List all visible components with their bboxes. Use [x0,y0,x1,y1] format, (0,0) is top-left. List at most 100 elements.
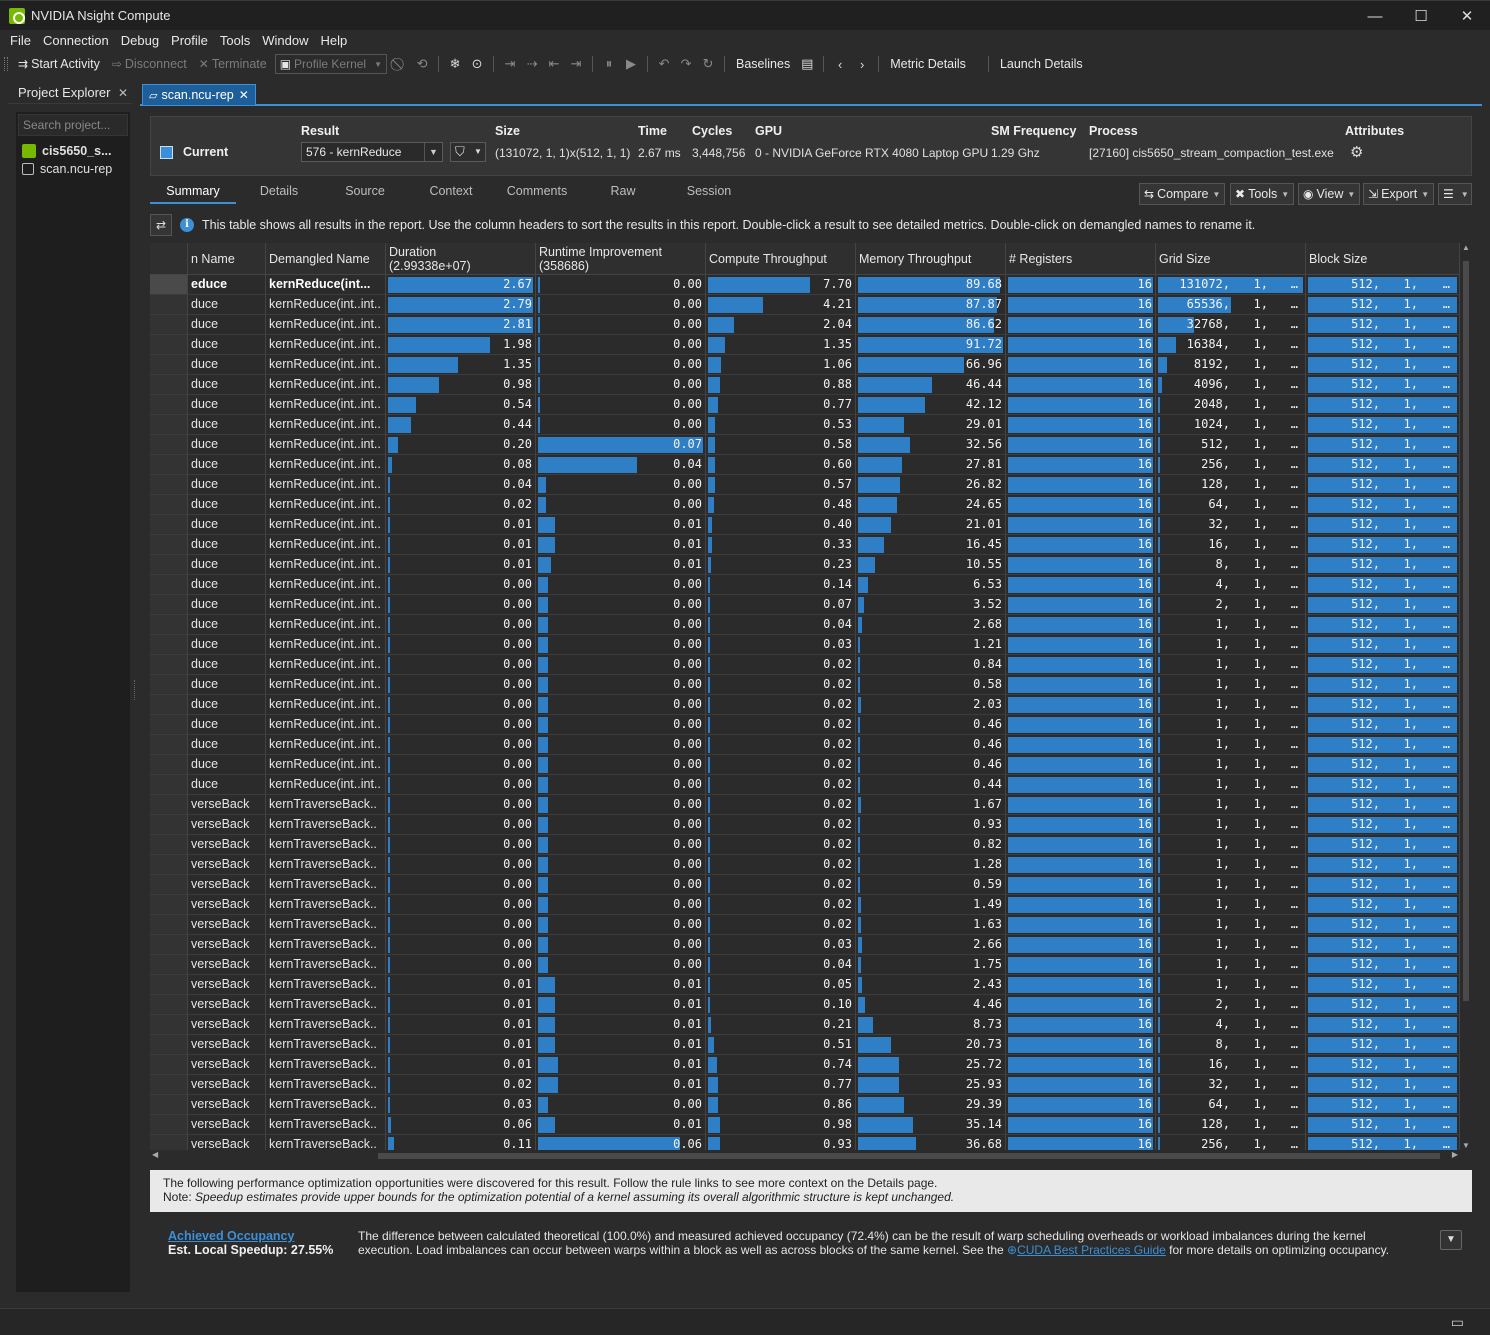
tab-details[interactable]: Details [236,180,322,204]
resume-icon[interactable]: ▶ [620,56,642,72]
horizontal-scroll-thumb[interactable] [378,1153,1440,1159]
table-row[interactable]: duce kernReduce(int..int.. 2.81 0.00 2.04 86.… [150,315,1460,335]
baselines-manage-icon[interactable]: ▤ [796,56,818,72]
tab-summary[interactable]: Summary [150,180,236,204]
table-row[interactable]: duce kernReduce(int..int.. 0.00 0.00 0.07 3.5… [150,595,1460,615]
column-header-duration[interactable]: Duration (2.99338e+07) [386,243,536,275]
tab-context[interactable]: Context [408,180,494,204]
column-header-runtime-improvement[interactable]: Runtime Improvement (358686) [536,243,706,275]
menu-help[interactable]: Help [315,33,354,48]
close-icon[interactable]: ✕ [118,86,128,100]
result-select[interactable]: 576 - kernReduce ▼ [301,142,443,162]
column-header-id[interactable] [150,243,188,275]
table-row[interactable]: duce kernReduce(int..int.. 0.01 0.01 0.40 21.… [150,515,1460,535]
table-row[interactable]: duce kernReduce(int..int.. 0.00 0.00 0.04 2.6… [150,615,1460,635]
table-row[interactable]: verseBack kernTraverseBack.. 0.01 0.01 0.10 4… [150,995,1460,1015]
menu-tools[interactable]: Tools [214,33,256,48]
scroll-up-icon[interactable]: ▲ [1461,243,1471,252]
table-row[interactable]: duce kernReduce(int..int.. 0.54 0.00 0.77 42.… [150,395,1460,415]
table-row[interactable]: duce kernReduce(int..int.. 0.00 0.00 0.02 2.0… [150,695,1460,715]
current-color-swatch[interactable] [160,146,173,159]
table-row[interactable]: duce kernReduce(int..int.. 0.00 0.00 0.02 0.4… [150,775,1460,795]
redo-back-icon[interactable]: ↷ [675,56,697,72]
table-row[interactable]: duce kernReduce(int..int.. 0.04 0.00 0.57 26.… [150,475,1460,495]
column-header-block-size[interactable]: Block Size [1306,243,1460,275]
cancel-icon[interactable]: ⃠ [389,56,411,72]
scroll-right-icon[interactable]: ▶ [1452,1150,1458,1159]
table-row[interactable]: verseBack kernTraverseBack.. 0.00 0.00 0.02 0… [150,875,1460,895]
table-row[interactable]: duce kernReduce(int..int.. 0.00 0.00 0.03 1.2… [150,635,1460,655]
column-header-demangled-name[interactable]: Demangled Name [266,243,386,275]
table-row[interactable]: duce kernReduce(int..int.. 0.44 0.00 0.53 29.… [150,415,1460,435]
view-button[interactable]: ◉ View ▼ [1298,183,1361,205]
table-row[interactable]: verseBack kernTraverseBack.. 0.00 0.00 0.02 0… [150,835,1460,855]
scroll-left-icon[interactable]: ◀ [152,1150,158,1159]
table-row[interactable]: duce kernReduce(int..int.. 0.00 0.00 0.14 6.5… [150,575,1460,595]
maximize-button[interactable]: ☐ [1398,1,1444,31]
terminate-button[interactable]: ✕ Terminate [193,53,273,75]
column-header-registers[interactable]: # Registers [1006,243,1156,275]
table-row[interactable]: duce kernReduce(int..int.. 1.98 0.00 1.35 91.… [150,335,1460,355]
tools-button[interactable]: ✖ Tools ▼ [1230,183,1295,205]
menu-profile[interactable]: Profile [165,33,214,48]
table-row[interactable]: verseBack kernTraverseBack.. 0.01 0.01 0.05 2… [150,975,1460,995]
table-row[interactable]: verseBack kernTraverseBack.. 0.03 0.00 0.86 2… [150,1095,1460,1115]
table-row[interactable]: duce kernReduce(int..int.. 2.79 0.00 4.21 87.… [150,295,1460,315]
step-over-icon[interactable]: ⇢ [521,56,543,72]
metric-details-button[interactable]: Metric Details [884,53,972,75]
start-activity-button[interactable]: ⇉ Start Activity [12,53,106,75]
table-row[interactable]: verseBack kernTraverseBack.. 0.01 0.01 0.51 2… [150,1035,1460,1055]
table-row[interactable]: verseBack kernTraverseBack.. 0.00 0.00 0.04 1… [150,955,1460,975]
refresh-icon[interactable]: ↻ [697,56,719,72]
table-horizontal-scrollbar[interactable]: ◀ ▶ [150,1150,1460,1162]
step-range-icon[interactable]: ⇤ [543,56,565,72]
table-row[interactable]: duce kernReduce(int..int.. 0.00 0.00 0.02 0.4… [150,755,1460,775]
table-row[interactable]: duce kernReduce(int..int.. 0.20 0.07 0.58 32.… [150,435,1460,455]
previous-icon[interactable]: ‹ [829,57,851,72]
column-header-compute-throughput[interactable]: Compute Throughput [706,243,856,275]
tab-raw[interactable]: Raw [580,180,666,204]
feedback-icon[interactable]: ▭ [1451,1314,1464,1331]
table-row[interactable]: duce kernReduce(int..int.. 0.01 0.01 0.23 10.… [150,555,1460,575]
tab-session[interactable]: Session [666,180,752,204]
pause-icon[interactable]: ⏸ [598,56,620,72]
menu-connection[interactable]: Connection [37,33,115,48]
minimize-button[interactable]: — [1352,1,1398,31]
table-row[interactable]: educe kernReduce(int... 2.67 0.00 7.70 89.68 1… [150,275,1460,295]
table-row[interactable]: verseBack kernTraverseBack.. 0.01 0.01 0.21 8… [150,1015,1460,1035]
filter-button[interactable]: ⛉ ▼ [450,142,486,162]
table-row[interactable]: duce kernReduce(int..int.. 0.98 0.00 0.88 46.… [150,375,1460,395]
launch-details-button[interactable]: Launch Details [994,53,1089,75]
expand-rule-button[interactable]: ▼ [1440,1230,1462,1250]
column-header-function-name[interactable]: n Name [188,243,266,275]
replay-icon[interactable]: ⟲ [411,56,433,72]
table-row[interactable]: duce kernReduce(int..int.. 0.02 0.00 0.48 24.… [150,495,1460,515]
table-row[interactable]: verseBack kernTraverseBack.. 0.00 0.00 0.03 2… [150,935,1460,955]
project-node[interactable]: cis5650_s... [16,142,130,160]
panel-splitter[interactable] [134,680,138,700]
table-row[interactable]: verseBack kernTraverseBack.. 0.00 0.00 0.02 1… [150,895,1460,915]
column-header-grid-size[interactable]: Grid Size [1156,243,1306,275]
table-row[interactable]: verseBack kernTraverseBack.. 0.02 0.01 0.77 2… [150,1075,1460,1095]
step-in-icon[interactable]: ⇥ [499,56,521,72]
cuda-best-practices-link[interactable]: CUDA Best Practices Guide [1017,1243,1166,1257]
menu-file[interactable]: File [4,33,37,48]
menu-debug[interactable]: Debug [115,33,165,48]
achieved-occupancy-link[interactable]: Achieved Occupancy [168,1229,294,1243]
table-row[interactable]: verseBack kernTraverseBack.. 0.00 0.00 0.02 1… [150,795,1460,815]
compare-button[interactable]: ⇆ Compare ▼ [1139,183,1226,205]
report-file-node[interactable]: scan.ncu-rep [16,160,130,178]
undo-icon[interactable]: ↶ [653,56,675,72]
toolbar-grip[interactable] [4,57,8,71]
freeze-icon[interactable]: ❄ [444,56,466,72]
table-row[interactable]: verseBack kernTraverseBack.. 0.01 0.01 0.74 2… [150,1055,1460,1075]
baselines-button[interactable]: Baselines [730,53,796,75]
api-stream-icon[interactable]: ⊙ [466,56,488,72]
disconnect-button[interactable]: ⇨ Disconnect [106,53,193,75]
table-row[interactable]: duce kernReduce(int..int.. 1.35 0.00 1.06 66.… [150,355,1460,375]
step-out-icon[interactable]: ⇥ [565,56,587,72]
next-icon[interactable]: › [851,57,873,72]
gear-icon[interactable]: ⚙ [1350,143,1363,161]
doc-tab-scan-report[interactable]: ▱ scan.ncu-rep ✕ [142,84,256,106]
search-project-input[interactable]: Search project... [18,114,128,136]
